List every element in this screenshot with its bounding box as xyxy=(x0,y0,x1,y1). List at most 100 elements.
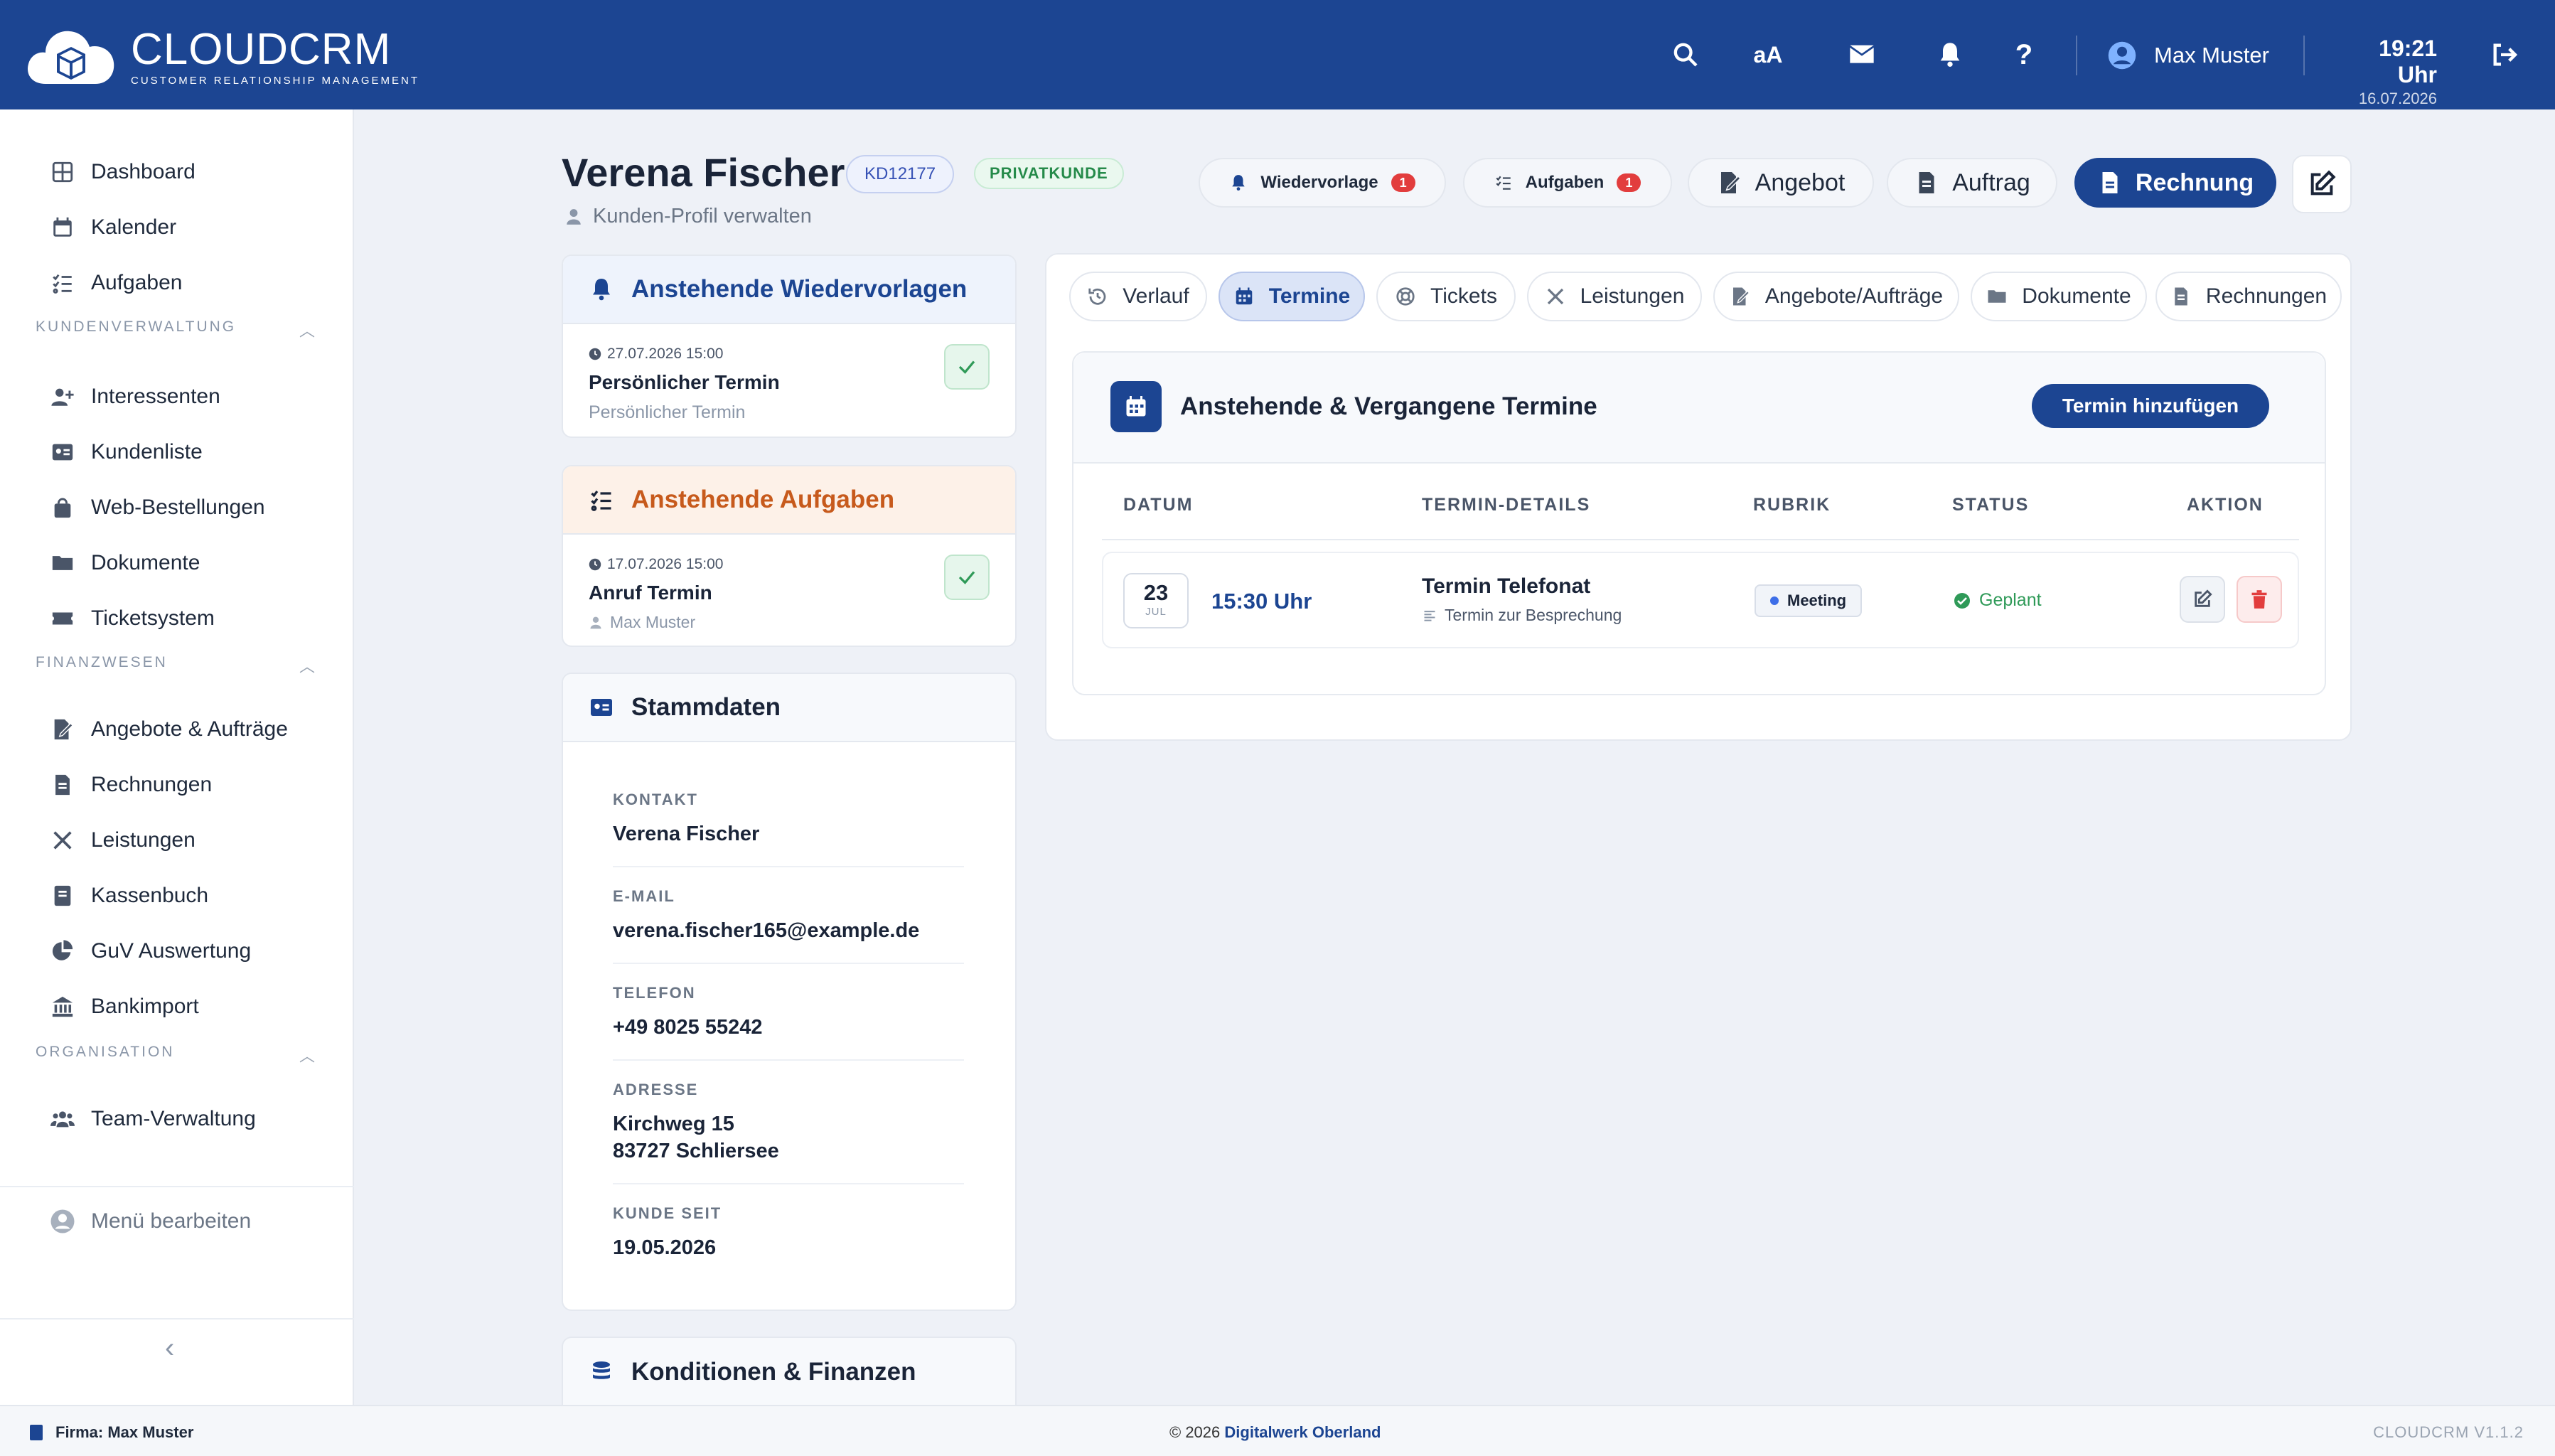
user-icon xyxy=(590,616,601,628)
field-kontakt: KONTAKT Verena Fischer xyxy=(613,791,760,845)
sidebar-item-dokumente[interactable]: Dokumente xyxy=(50,542,200,584)
font-size-toggle[interactable]: aA xyxy=(1750,37,1786,73)
calendar-icon xyxy=(1110,381,1162,432)
invoice-icon xyxy=(1919,172,1934,193)
logout-icon[interactable] xyxy=(2487,37,2522,73)
cloud-logo-icon xyxy=(28,31,114,84)
profile-subtitle: Kunden-Profil verwalten xyxy=(564,205,812,228)
sidebar-item-label: GuV Auswertung xyxy=(91,939,252,963)
tab-termine[interactable]: Termine xyxy=(1218,272,1365,321)
section-title: ORGANISATION xyxy=(36,1044,175,1060)
sidebar-item-kassenbuch[interactable]: Kassenbuch xyxy=(50,874,208,917)
bell-icon[interactable] xyxy=(1932,37,1968,73)
sidebar: Dashboard Kalender Aufgaben KUNDENVERWAL… xyxy=(0,109,354,1405)
sidebar-section-finanzwesen[interactable]: FINANZWESEN ︿ xyxy=(36,654,317,677)
tab-dokumente[interactable]: Dokumente xyxy=(1971,272,2147,321)
mail-icon[interactable] xyxy=(1844,37,1880,73)
column-header-status: STATUS xyxy=(1952,495,2030,515)
task-complete-button[interactable] xyxy=(944,555,990,600)
sidebar-item-interessenten[interactable]: Interessenten xyxy=(50,375,220,418)
tab-angebote-auftraege[interactable]: Angebote/Aufträge xyxy=(1713,272,1959,321)
tab-tickets[interactable]: Tickets xyxy=(1376,272,1516,321)
konditionen-card[interactable]: Konditionen & Finanzen xyxy=(562,1337,1017,1405)
reminders-card: Anstehende Wiedervorlagen 27.07.2026 15:… xyxy=(562,255,1017,438)
sidebar-item-rechnungen[interactable]: Rechnungen xyxy=(50,764,212,806)
delete-termin-button[interactable] xyxy=(2237,576,2282,623)
tasks-card-header: Anstehende Aufgaben xyxy=(563,466,1015,535)
footer-company-link[interactable]: Digitalwerk Oberland xyxy=(1224,1423,1381,1441)
sidebar-item-kalender[interactable]: Kalender xyxy=(50,206,176,249)
edit-profile-button[interactable] xyxy=(2292,155,2352,213)
section-title: KUNDENVERWALTUNG xyxy=(36,318,237,335)
sidebar-item-leistungen[interactable]: Leistungen xyxy=(50,819,195,862)
termin-title: Termin Telefonat xyxy=(1422,574,1591,598)
aufgaben-button[interactable]: Aufgaben 1 xyxy=(1463,158,1672,208)
reminder-item[interactable]: 27.07.2026 15:00 Persönlicher Termin Per… xyxy=(563,324,1015,437)
rechnung-label: Rechnung xyxy=(2135,168,2254,196)
sidebar-item-label: Kalender xyxy=(91,215,177,239)
sidebar-item-bankimport[interactable]: Bankimport xyxy=(50,985,199,1028)
footer: Firma: Max Muster © 2026 Digitalwerk Obe… xyxy=(0,1405,2555,1456)
sidebar-item-dashboard[interactable]: Dashboard xyxy=(50,151,195,193)
sidebar-section-organisation[interactable]: ORGANISATION ︿ xyxy=(36,1044,317,1066)
sidebar-item-label: Kassenbuch xyxy=(91,884,209,907)
invoice-icon xyxy=(2175,287,2187,306)
menu-edit-button[interactable]: Menü bearbeiten xyxy=(50,1209,251,1234)
auftrag-button[interactable]: Auftrag xyxy=(1887,158,2057,208)
collapse-sidebar-chevron-left-icon[interactable]: ‹ xyxy=(165,1332,174,1364)
help-icon[interactable]: ? xyxy=(2006,37,2042,73)
tab-rechnungen[interactable]: Rechnungen xyxy=(2155,272,2342,321)
sidebar-item-label: Interessenten xyxy=(91,385,220,408)
column-header-aktion: AKTION xyxy=(2187,495,2264,515)
sidebar-section-kundenverwaltung[interactable]: KUNDENVERWALTUNG ︿ xyxy=(36,318,317,341)
tasks-icon xyxy=(591,491,611,511)
sidebar-item-aufgaben[interactable]: Aufgaben xyxy=(50,262,182,304)
header-clock: 19:21 Uhr 16.07.2026 xyxy=(2346,36,2437,108)
id-card-icon xyxy=(50,439,75,465)
date-day: 23 xyxy=(1143,580,1169,605)
chevron-up-icon[interactable]: ︿ xyxy=(299,1044,317,1066)
sidebar-item-web-bestellungen[interactable]: Web-Bestellungen xyxy=(50,486,265,529)
add-termin-button[interactable]: Termin hinzufügen xyxy=(2032,384,2269,428)
sidebar-item-guv-auswertung[interactable]: GuV Auswertung xyxy=(50,930,251,973)
field-divider xyxy=(613,866,964,867)
tab-verlauf[interactable]: Verlauf xyxy=(1069,272,1207,321)
sidebar-item-angebote-auftraege[interactable]: Angebote & Aufträge xyxy=(50,708,288,751)
check-circle-icon xyxy=(1954,592,1970,609)
status-badge: Geplant xyxy=(1954,590,2042,611)
team-icon xyxy=(50,1106,75,1132)
rubrik-dot xyxy=(1770,596,1779,605)
user-menu[interactable]: Max Muster xyxy=(2107,37,2269,74)
angebot-button[interactable]: Angebot xyxy=(1688,158,1874,208)
rechnung-button[interactable]: Rechnung xyxy=(2074,158,2276,208)
reminder-complete-button[interactable] xyxy=(944,344,990,390)
sidebar-item-kundenliste[interactable]: Kundenliste xyxy=(50,431,203,473)
table-row[interactable]: 23 JUL 15:30 Uhr Termin Telefonat Termin… xyxy=(1102,552,2299,648)
tab-leistungen[interactable]: Leistungen xyxy=(1527,272,1702,321)
header-divider xyxy=(2303,36,2305,75)
customer-id-badge: KD12177 xyxy=(846,155,955,193)
edit-termin-button[interactable] xyxy=(2180,576,2225,623)
search-icon[interactable] xyxy=(1668,37,1703,73)
chevron-up-icon[interactable]: ︿ xyxy=(299,318,317,341)
app-logo[interactable]: CLOUDCRM CUSTOMER RELATIONSHIP MANAGEMEN… xyxy=(24,21,419,92)
sidebar-item-team-verwaltung[interactable]: Team-Verwaltung xyxy=(50,1098,256,1140)
column-header-datum: DATUM xyxy=(1123,495,1194,515)
stammdaten-title: Stammdaten xyxy=(631,693,781,721)
coins-icon xyxy=(593,1361,610,1379)
detail-panel: Verlauf Termine Tickets Leistungen Angeb… xyxy=(1045,253,2352,741)
auftrag-label: Auftrag xyxy=(1952,168,2030,196)
edit-icon xyxy=(2195,589,2212,607)
history-icon xyxy=(1088,288,1106,305)
termine-section: Anstehende & Vergangene Termine Termin h… xyxy=(1072,351,2326,695)
reminder-subtitle: Persönlicher Termin xyxy=(589,402,746,422)
sidebar-divider xyxy=(0,1186,354,1187)
chevron-up-icon[interactable]: ︿ xyxy=(299,654,317,677)
wiedervorlage-button[interactable]: Wiedervorlage 1 xyxy=(1199,158,1446,208)
footer-copyright: © 2026 Digitalwerk Oberland xyxy=(1169,1423,1381,1441)
task-item[interactable]: 17.07.2026 15:00 Anruf Termin Max Muster xyxy=(563,535,1015,646)
shopping-bag-icon xyxy=(50,495,75,520)
angebot-label: Angebot xyxy=(1755,168,1846,196)
sidebar-item-label: Web-Bestellungen xyxy=(91,496,265,519)
sidebar-item-ticketsystem[interactable]: Ticketsystem xyxy=(50,597,215,640)
